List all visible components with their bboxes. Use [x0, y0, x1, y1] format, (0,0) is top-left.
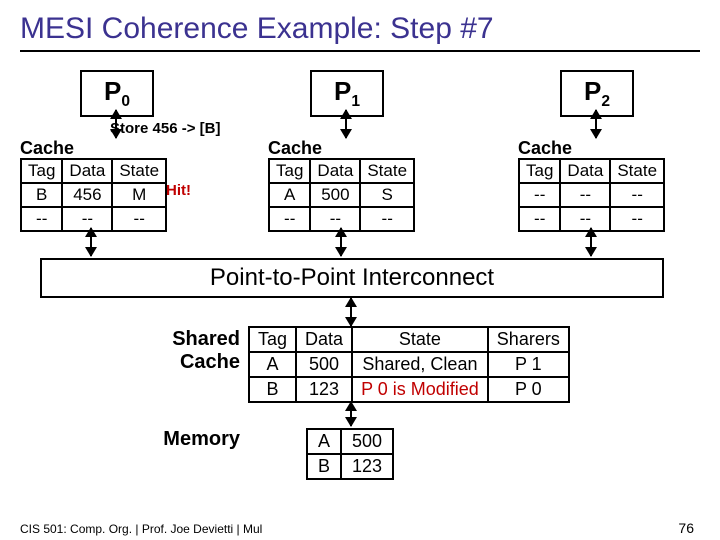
p2-label: P	[584, 76, 601, 106]
td: --	[519, 207, 560, 231]
td: Shared, Clean	[352, 352, 488, 377]
th-sharers: Sharers	[488, 327, 569, 352]
td: --	[610, 207, 664, 231]
th-state: State	[112, 159, 166, 183]
p1-sub: 1	[351, 93, 360, 110]
footer-text: CIS 501: Comp. Org. | Prof. Joe Devietti…	[20, 522, 262, 536]
td: 500	[341, 429, 393, 454]
td: M	[112, 183, 166, 207]
th-tag: Tag	[21, 159, 62, 183]
cache-table-p1: TagDataState A500S ------	[268, 158, 415, 232]
th-tag: Tag	[249, 327, 296, 352]
p2-sub: 2	[601, 93, 610, 110]
cache-label-2: Cache	[518, 138, 572, 159]
td: B	[21, 183, 62, 207]
th-state: State	[352, 327, 488, 352]
td: --	[21, 207, 62, 231]
th-tag: Tag	[519, 159, 560, 183]
th-data: Data	[310, 159, 360, 183]
page-number: 76	[678, 520, 694, 536]
interconnect-box: Point-to-Point Interconnect	[40, 258, 664, 298]
td: 123	[341, 454, 393, 479]
td: --	[360, 207, 414, 231]
arrow-interc-shared	[350, 298, 352, 326]
td: P 0	[488, 377, 569, 402]
p1-label: P	[334, 76, 351, 106]
td: --	[269, 207, 310, 231]
p0-label: P	[104, 76, 121, 106]
memory-table: A500 B123	[306, 428, 394, 480]
cache-table-p2: TagDataState ------ ------	[518, 158, 665, 232]
th-state: State	[610, 159, 664, 183]
diagram-stage: P0 P1 P2 Store 456 -> [B] Cache Cache Ca…	[20, 70, 700, 500]
cache-table-p0: TagDataState B456M ------	[20, 158, 167, 232]
arrow-c0-interc	[90, 228, 92, 256]
td: P 1	[488, 352, 569, 377]
th-data: Data	[560, 159, 610, 183]
arrow-shared-mem	[350, 402, 352, 426]
td: 500	[310, 183, 360, 207]
td: 456	[62, 183, 112, 207]
td: A	[269, 183, 310, 207]
td: 500	[296, 352, 352, 377]
th-tag: Tag	[269, 159, 310, 183]
arrow-p1-cache	[345, 110, 347, 138]
cache-label-0: Cache	[20, 138, 74, 159]
td: A	[249, 352, 296, 377]
shared-cache-table: Tag Data State Sharers A 500 Shared, Cle…	[248, 326, 570, 403]
store-annotation: Store 456 -> [B]	[110, 120, 220, 137]
cache-label-1: Cache	[268, 138, 322, 159]
td: B	[307, 454, 341, 479]
td: --	[560, 183, 610, 207]
memory-label: Memory	[150, 428, 240, 451]
hit-annotation: Hit!	[166, 182, 191, 199]
td: 123	[296, 377, 352, 402]
arrow-c2-interc	[590, 228, 592, 256]
shared-cache-label: Shared Cache	[160, 328, 240, 374]
arrow-c1-interc	[340, 228, 342, 256]
td: --	[610, 183, 664, 207]
slide-title: MESI Coherence Example: Step #7	[20, 12, 700, 52]
th-data: Data	[296, 327, 352, 352]
th-state: State	[360, 159, 414, 183]
td: A	[307, 429, 341, 454]
td-modified: P 0 is Modified	[352, 377, 488, 402]
arrow-p2-cache	[595, 110, 597, 138]
td: --	[112, 207, 166, 231]
p0-sub: 0	[121, 93, 130, 110]
th-data: Data	[62, 159, 112, 183]
td: B	[249, 377, 296, 402]
td: --	[519, 183, 560, 207]
td: S	[360, 183, 414, 207]
